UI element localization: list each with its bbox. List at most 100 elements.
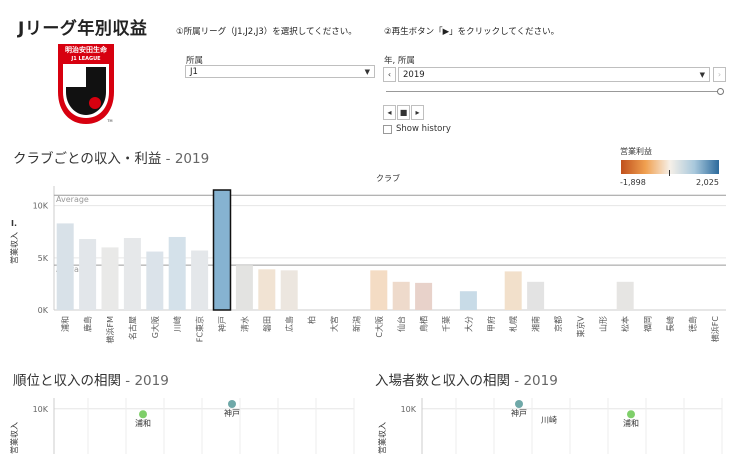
x-tick-label: 横浜FC (710, 316, 720, 343)
average-label: Average (56, 195, 89, 204)
attendance-revenue-scatter: 10K 神戸川崎 浦和 営業収入 (377, 398, 723, 454)
x-tick-label: 山形 (598, 316, 608, 332)
rank-revenue-scatter: 10K 神戸浦和 営業収入 (9, 398, 355, 454)
x-tick-label: 甲府 (486, 316, 496, 332)
point-label: 神戸 (224, 408, 240, 418)
x-tick-label: 福岡 (644, 316, 653, 332)
x-tick-label: 名古屋 (127, 316, 137, 340)
show-history-label: Show history (396, 124, 451, 134)
y-tick-label: 10K (401, 405, 417, 414)
instruction-play-button: ②再生ボタン「▶」をクリックしてください。 (384, 27, 560, 37)
profit-legend-title: 営業利益 (620, 147, 652, 156)
year-select[interactable]: 2019 ▼ (398, 67, 710, 82)
year-slider-track[interactable] (386, 91, 720, 92)
bar-広島[interactable] (280, 270, 298, 310)
bar-神戸[interactable] (212, 189, 232, 311)
x-tick-label: 大宮 (329, 316, 339, 332)
x-tick-label: FC東京 (195, 316, 205, 342)
x-tick-label: 東京V (575, 315, 585, 337)
scatter-point-神戸[interactable] (515, 400, 523, 408)
year-next-button[interactable]: › (713, 67, 726, 82)
play-back-button[interactable]: ◂ (383, 105, 396, 120)
club-revenue-chart: クラブ 営業収入 I. 0K5K10KAverageAverage 浦和鹿島横浜… (9, 173, 726, 344)
j-league-logo: 明治安田生命 J1 LEAGUE TM (56, 42, 116, 126)
x-tick-label: 川崎 (172, 316, 182, 332)
x-tick-label: 千葉 (441, 316, 451, 332)
x-tick-label: 鳥栖 (419, 316, 429, 332)
year-slider-handle[interactable] (717, 88, 724, 95)
y-axis-title: 営業収入 (377, 422, 387, 454)
bar-清水[interactable] (235, 265, 253, 310)
chevron-left-icon: ‹ (387, 70, 392, 79)
bar-川崎[interactable] (168, 236, 186, 310)
club-chart-title-year: - 2019 (165, 151, 210, 167)
rank-chart-title-year: - 2019 (125, 373, 169, 389)
chevron-down-icon: ▼ (364, 68, 370, 76)
scatter-point-浦和[interactable] (139, 410, 147, 419)
bar-FC東京[interactable] (191, 250, 209, 310)
play-icon: ▸ (415, 108, 420, 117)
x-tick-label: 札幌 (508, 316, 518, 332)
rank-chart-title-text: 順位と収入の相関 (13, 373, 121, 389)
scatter-point-神戸[interactable] (228, 400, 236, 408)
x-tick-label: 京都 (553, 316, 563, 332)
logo-tm: TM (106, 119, 112, 123)
instruction-select-league: ①所属リーグ（J1,J2,J3）を選択してください。 (176, 27, 357, 37)
x-tick-label: 長崎 (665, 316, 675, 332)
bar-鳥栖[interactable] (415, 282, 433, 310)
stop-button[interactable]: ■ (397, 105, 410, 120)
bar-札幌[interactable] (504, 271, 522, 310)
x-tick-label: 横浜FM (105, 316, 115, 344)
bar-名古屋[interactable] (123, 238, 141, 310)
bar-C大阪[interactable] (370, 270, 388, 310)
league-select[interactable]: J1 ▼ (185, 65, 375, 78)
attendance-chart-title-text: 入場者数と収入の相関 (375, 373, 510, 389)
bar-鹿島[interactable] (79, 239, 97, 310)
x-tick-label: 新潟 (351, 316, 361, 332)
bar-浦和[interactable] (56, 223, 74, 310)
x-tick-label: G大阪 (150, 316, 160, 338)
club-chart-title-text: クラブごとの収入・利益 (13, 151, 162, 167)
point-label: 浦和 (623, 418, 639, 428)
x-tick-label: 大分 (463, 316, 473, 332)
x-tick-label: 湘南 (531, 316, 541, 332)
play-button[interactable]: ▸ (411, 105, 424, 120)
show-history-checkbox[interactable] (383, 125, 392, 134)
attendance-chart-title-year: - 2019 (514, 373, 558, 389)
x-tick-label: 広島 (284, 316, 294, 332)
logo-text-league: J1 LEAGUE (70, 56, 101, 62)
attendance-chart-title: 入場者数と収入の相関 - 2019 (375, 369, 558, 389)
bar-松本[interactable] (616, 281, 634, 310)
year-prev-button[interactable]: ‹ (383, 67, 396, 82)
x-tick-label: 仙台 (396, 316, 406, 332)
y-axis-drag-icon: I. (11, 219, 17, 228)
y-tick-label: 0K (38, 306, 49, 315)
league-select-value: J1 (190, 67, 198, 77)
bar-横浜FM[interactable] (101, 247, 119, 310)
year-select-value: 2019 (403, 70, 425, 80)
x-tick-label: 浦和 (60, 316, 70, 332)
point-label: 川崎 (541, 414, 557, 424)
club-chart-title: クラブごとの収入・利益 - 2019 (13, 147, 209, 167)
bar-仙台[interactable] (392, 281, 410, 310)
bar-湘南[interactable] (527, 281, 545, 310)
x-axis-title: クラブ (376, 173, 400, 183)
y-axis-title: 営業収入 (9, 232, 19, 264)
bar-G大阪[interactable] (146, 251, 164, 310)
scatter-point-浦和[interactable] (627, 410, 635, 419)
chevron-down-icon: ▼ (699, 71, 705, 79)
stop-icon: ■ (399, 108, 408, 117)
x-tick-label: 神戸 (217, 316, 227, 332)
logo-text-sponsor: 明治安田生命 (65, 45, 108, 54)
x-tick-label: 磐田 (262, 316, 272, 332)
x-tick-label: 松本 (620, 316, 630, 332)
page-title: Jリーグ年別収益 (18, 19, 148, 39)
x-tick-label: 柏 (307, 316, 317, 324)
chevron-right-icon: › (717, 70, 722, 79)
y-tick-label: 10K (33, 202, 49, 211)
step-back-icon: ◂ (387, 108, 392, 117)
bar-磐田[interactable] (258, 269, 276, 310)
x-tick-label: 鹿島 (83, 316, 93, 332)
bar-大分[interactable] (459, 291, 477, 310)
y-axis-title: 営業収入 (9, 422, 19, 454)
